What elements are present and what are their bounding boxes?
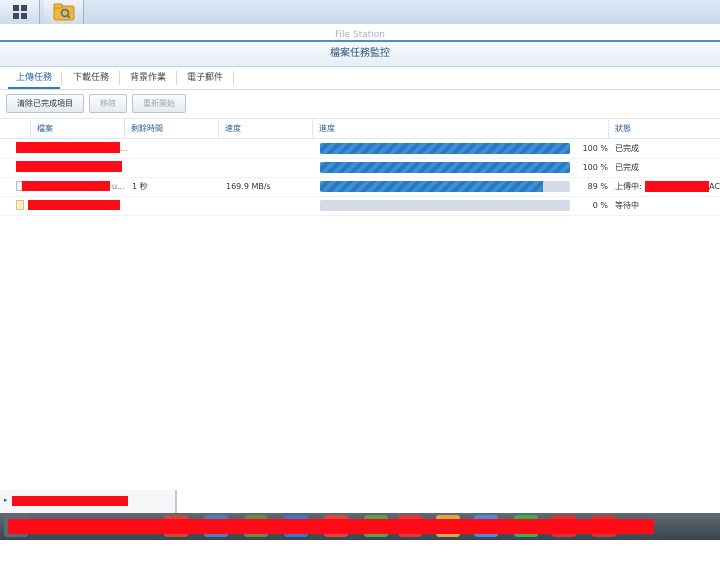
file-name-suffix: u...	[112, 182, 125, 191]
os-taskbar	[0, 513, 720, 540]
tab-email[interactable]: 電子郵件	[178, 67, 232, 89]
col-header-status[interactable]: 狀態	[610, 119, 718, 138]
tab-download[interactable]: 下載任務	[64, 67, 118, 89]
status-text: 已完成	[615, 163, 639, 172]
desktop-top-bar	[0, 0, 720, 24]
col-divider	[608, 119, 609, 138]
tab-divider	[176, 71, 177, 85]
table-row[interactable]: u... 1 秒 169.9 MB/s 89 % 上傳中: AC)	[0, 177, 720, 197]
status-text: 等待中	[615, 201, 639, 210]
tab-background[interactable]: 背景作業	[121, 67, 175, 89]
progress-fill	[320, 181, 543, 192]
tab-divider	[61, 71, 62, 85]
progress-bar	[320, 200, 570, 211]
file-name-suffix: ...	[120, 144, 128, 153]
progress-bar	[320, 162, 570, 173]
file-station-taskbar-button[interactable]	[44, 0, 84, 24]
progress-fill	[320, 162, 570, 173]
progress-percent: 0 %	[592, 201, 608, 210]
app-title: File Station	[335, 30, 385, 40]
redacted-filename	[22, 181, 110, 191]
active-tab-indicator	[8, 87, 60, 89]
grid-icon	[12, 5, 27, 19]
remove-button[interactable]: 移除	[89, 94, 127, 113]
status-text: 已完成	[615, 144, 639, 153]
remaining-time: 1 秒	[132, 182, 148, 191]
progress-fill	[320, 143, 570, 154]
folder-tree-pane: ▸	[0, 490, 177, 513]
progress-percent: 89 %	[587, 182, 608, 191]
tree-expand-icon[interactable]: ▸	[4, 496, 8, 504]
col-header-file[interactable]: 檔案	[32, 119, 124, 138]
status-text: 上傳中:	[615, 182, 642, 191]
redacted-taskbar	[8, 519, 654, 534]
redacted-tree-item	[12, 496, 128, 506]
col-header-progress[interactable]: 進度	[314, 119, 604, 138]
transfer-speed: 169.9 MB/s	[226, 182, 271, 191]
file-icon	[16, 200, 24, 210]
table-row[interactable]: ... 100 % 已完成	[0, 139, 720, 159]
page-footer-space	[0, 540, 720, 576]
task-monitor-window: File Station 檔案任務監控 上傳任務 下載任務 背景作業 電子郵件 …	[0, 24, 720, 491]
redacted-destination	[645, 181, 709, 192]
progress-percent: 100 %	[582, 163, 608, 172]
progress-percent: 100 %	[582, 144, 608, 153]
redacted-filename	[16, 161, 122, 172]
grid-header: 檔案 剩餘時間 速度 進度 狀態	[0, 119, 720, 139]
col-header-remaining[interactable]: 剩餘時間	[126, 119, 218, 138]
col-header-speed[interactable]: 速度	[220, 119, 310, 138]
main-menu-button[interactable]	[0, 0, 40, 24]
folder-search-icon	[53, 3, 74, 21]
toolbar: 清除已完成項目 移除 重新開始	[0, 90, 720, 119]
col-divider	[218, 119, 219, 138]
redacted-filename	[28, 200, 120, 210]
col-divider	[124, 119, 125, 138]
tab-bar: 上傳任務 下載任務 背景作業 電子郵件	[0, 67, 720, 90]
clear-completed-button[interactable]: 清除已完成項目	[6, 94, 84, 113]
col-divider	[30, 119, 31, 138]
file-list-pane	[177, 490, 720, 513]
window-title: 檔案任務監控	[0, 42, 720, 67]
table-row[interactable]: 0 % 等待中	[0, 196, 720, 216]
table-row[interactable]: 100 % 已完成	[0, 158, 720, 178]
tab-divider	[119, 71, 120, 85]
redacted-filename	[16, 142, 120, 153]
tab-divider	[233, 71, 234, 85]
status-suffix: AC)	[709, 182, 720, 191]
restart-button[interactable]: 重新開始	[132, 94, 186, 113]
col-divider	[312, 119, 313, 138]
progress-bar	[320, 181, 570, 192]
tab-upload[interactable]: 上傳任務	[8, 67, 60, 89]
progress-bar	[320, 143, 570, 154]
